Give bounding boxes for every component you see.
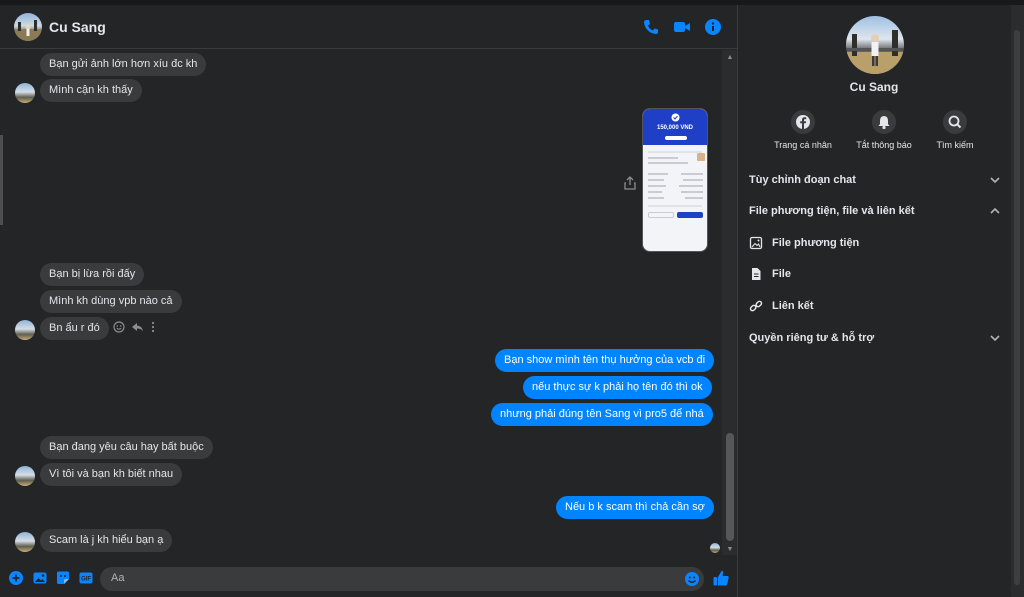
like-thumbs-up-icon[interactable]: [712, 569, 730, 587]
section-label: Quyền riêng tư & hỗ trợ: [749, 332, 875, 344]
contact-avatar[interactable]: [14, 13, 42, 41]
file-icon: [752, 268, 761, 280]
photo-attach-icon[interactable]: [32, 570, 48, 586]
search-action-label: Tìm kiếm: [936, 140, 974, 150]
phone-call-icon[interactable]: [641, 17, 661, 37]
image-message[interactable]: 150,000 VND: [642, 108, 708, 252]
profile-action[interactable]: Trang cá nhân: [758, 110, 848, 150]
more-options-icon: [151, 321, 155, 333]
subsection-links[interactable]: Liên kết: [749, 297, 949, 317]
chat-scrollbar-thumb[interactable]: [726, 433, 734, 541]
message-received[interactable]: Mình kh dùng vpb nào cả: [40, 290, 182, 313]
message-sent[interactable]: nhưng phải đúng tên Sang vì pro5 để nhá: [491, 403, 713, 426]
transfer-receipt-header: 150,000 VND: [643, 109, 707, 145]
facebook-icon[interactable]: [791, 110, 815, 134]
react-icon: [113, 321, 125, 333]
check-icon: [671, 113, 680, 122]
message-received[interactable]: Bn ẩu r đó: [40, 317, 109, 340]
message-composer: GIF Aa: [0, 560, 737, 597]
sticker-icon[interactable]: [55, 570, 71, 586]
seen-receipt-avatar: [710, 543, 720, 553]
chevron-up-icon: [990, 207, 1000, 214]
section-media-files-links[interactable]: File phương tiện, file và liên kết: [749, 202, 1001, 222]
sender-avatar: [15, 83, 35, 103]
subsection-label: File: [772, 268, 791, 280]
message-received[interactable]: Bạn đang yêu câu hay bất buộc: [40, 436, 213, 459]
conversation-details-panel: Cu Sang Trang cá nhân Tắt thông báo Tìm …: [739, 5, 1009, 597]
message-list[interactable]: Bạn gửi ảnh lớn hơn xíu đc kh Mình cận k…: [0, 50, 722, 555]
message-actions[interactable]: [113, 320, 163, 334]
reply-icon: [132, 323, 143, 332]
sender-avatar: [15, 320, 35, 340]
message-sent[interactable]: Bạn show mình tên thụ hưởng của vcb đi: [495, 349, 715, 372]
subsection-media[interactable]: File phương tiện: [749, 234, 949, 254]
more-actions-plus-icon[interactable]: [8, 570, 24, 586]
scroll-down-icon[interactable]: ▼: [725, 546, 735, 554]
message-sent[interactable]: Nếu b k scam thì chả cần sợ: [556, 496, 714, 519]
sender-avatar: [15, 532, 35, 552]
profile-action-label: Trang cá nhân: [774, 140, 832, 150]
search-icon[interactable]: [943, 110, 967, 134]
search-action[interactable]: Tìm kiếm: [910, 110, 1000, 150]
video-call-icon[interactable]: [672, 17, 692, 37]
emoji-icon[interactable]: [684, 571, 700, 587]
section-privacy-support[interactable]: Quyền riêng tư & hỗ trợ: [749, 329, 1001, 349]
contact-name[interactable]: Cu Sang: [49, 19, 106, 35]
chevron-down-icon: [990, 335, 1000, 342]
section-customize-chat[interactable]: Tùy chỉnh đoạn chat: [749, 171, 1001, 191]
scroll-up-icon[interactable]: ▲: [725, 54, 735, 62]
media-icon: [749, 236, 763, 250]
bell-icon[interactable]: [872, 110, 896, 134]
message-input-placeholder: Aa: [111, 572, 125, 584]
section-label: Tùy chỉnh đoạn chat: [749, 174, 856, 186]
chevron-down-icon: [990, 177, 1000, 184]
message-input[interactable]: Aa: [100, 567, 704, 591]
gif-icon[interactable]: GIF: [78, 570, 94, 586]
link-icon: [749, 300, 763, 312]
chat-header: Cu Sang: [0, 5, 737, 49]
share-icon[interactable]: [623, 176, 637, 190]
message-received[interactable]: Scam là j kh hiểu bạn ạ: [40, 529, 173, 552]
transfer-amount: 150,000 VND: [656, 125, 694, 131]
subsection-label: Liên kết: [772, 300, 814, 312]
profile-avatar[interactable]: [846, 16, 904, 74]
svg-text:GIF: GIF: [81, 577, 91, 583]
subsection-files[interactable]: File: [749, 265, 949, 285]
subsection-label: File phương tiện: [772, 237, 860, 249]
message-sent[interactable]: nếu thực sự k phải họ tên đó thì ok: [523, 376, 712, 399]
message-received[interactable]: Bạn bị lừa rồi đấy: [40, 263, 145, 286]
conversation-info-icon[interactable]: [703, 17, 723, 37]
message-received[interactable]: Bạn gửi ảnh lớn hơn xíu đc kh: [40, 53, 207, 76]
window-scrollbar-thumb[interactable]: [1014, 30, 1020, 585]
message-received[interactable]: Vì tôi và bạn kh biết nhau: [40, 463, 183, 486]
message-received[interactable]: Mình cận kh thấy: [40, 79, 142, 102]
sender-avatar: [15, 466, 35, 486]
profile-name: Cu Sang: [849, 80, 899, 94]
section-label: File phương tiện, file và liên kết: [749, 205, 915, 217]
chat-column: Cu Sang Bạn gửi ảnh lớn hơn xíu đc kh Mì…: [0, 5, 738, 597]
